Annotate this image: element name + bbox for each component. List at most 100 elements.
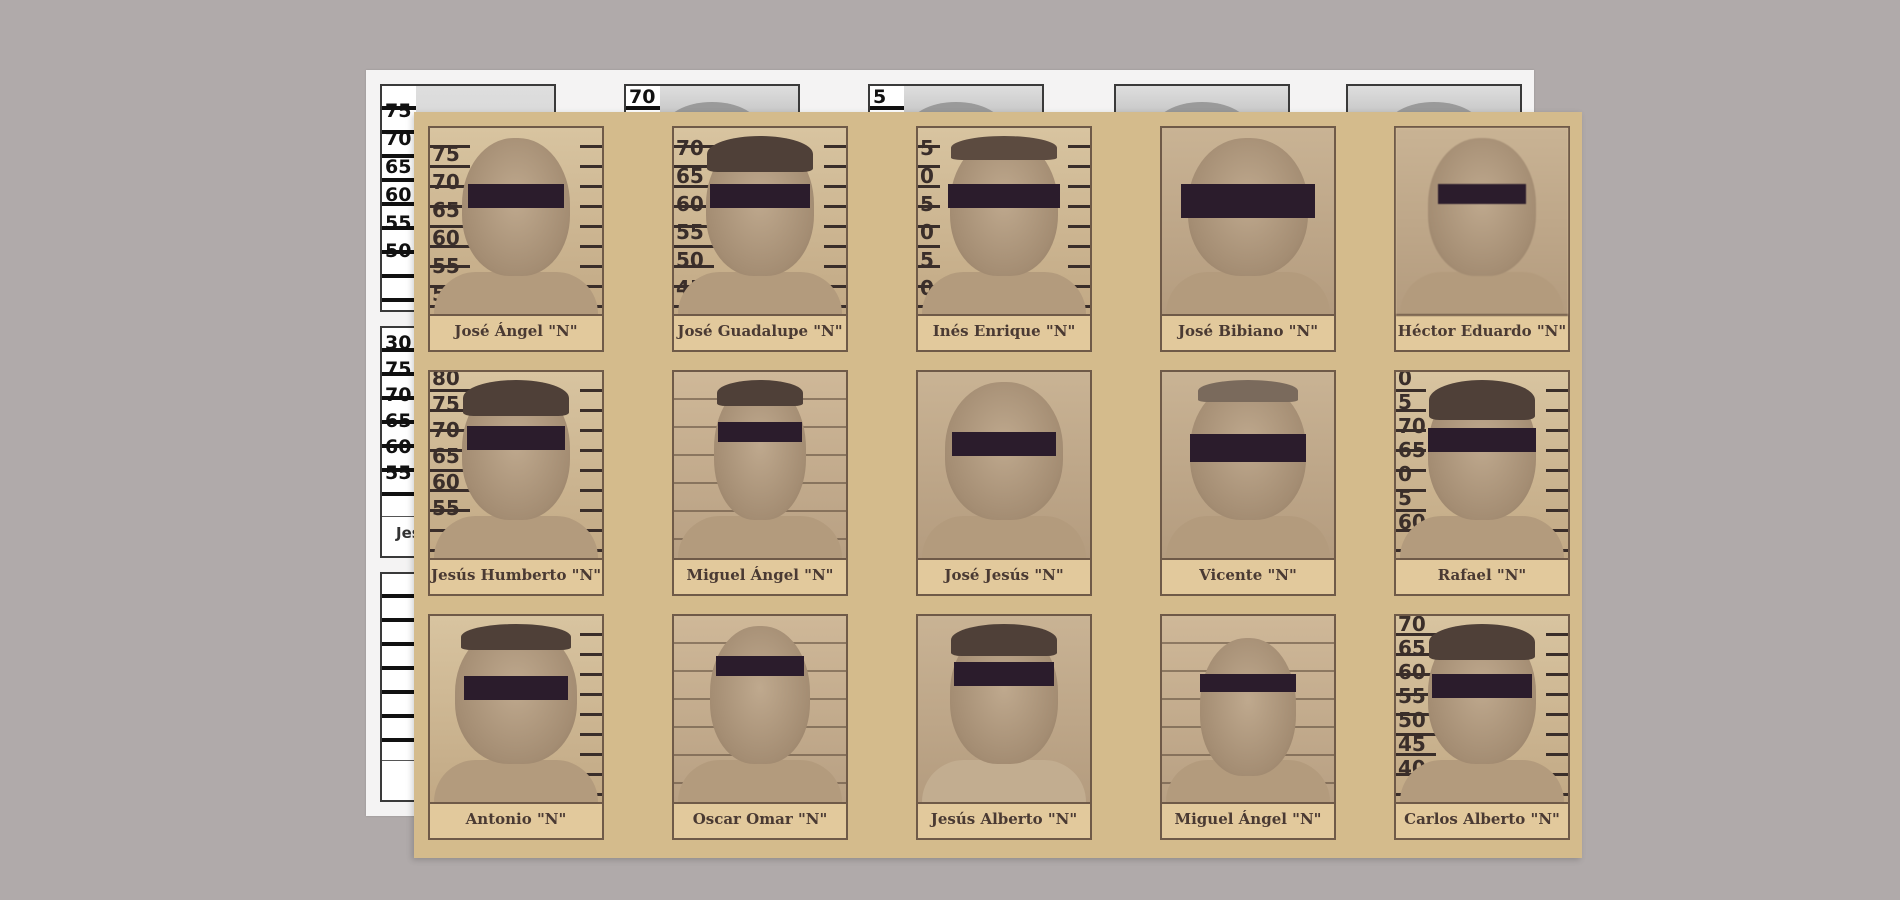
height-scale-number: 55 xyxy=(385,462,412,484)
height-scale-number: 80 xyxy=(432,372,460,390)
censor-bar xyxy=(464,676,568,700)
censor-bar xyxy=(1181,184,1315,218)
height-scale-number: 65 xyxy=(1398,438,1426,462)
mugshot-photo: 75 70 65 60 55 50 xyxy=(430,128,602,316)
height-scale-number: 70 xyxy=(1398,616,1426,636)
height-scale-number: 30 xyxy=(385,332,412,354)
mugshot-photo xyxy=(1396,128,1568,316)
mugshot-name-label: Oscar Omar "N" xyxy=(692,810,828,828)
subject-shoulders xyxy=(922,272,1086,314)
censor-bar xyxy=(952,432,1056,456)
height-scale-number: 70 xyxy=(676,136,704,160)
height-scale-number: 60 xyxy=(432,470,460,494)
height-scale-number: 5 xyxy=(920,248,934,272)
mugshot-name-label: José Ángel "N" xyxy=(454,322,578,340)
height-scale-number: 65 xyxy=(432,444,460,468)
height-scale-number: 0 xyxy=(1398,372,1412,390)
mugshot-photo xyxy=(674,372,846,560)
mugshot-name-label: Héctor Eduardo "N" xyxy=(1397,322,1567,340)
mugshot-photo: 0 5 70 65 0 5 60 xyxy=(1396,372,1568,560)
mugshot-name-label: José Jesús "N" xyxy=(944,566,1064,584)
height-scale-number: 60 xyxy=(432,226,460,250)
mugshot-photo: 70 65 60 55 50 45 40 xyxy=(1396,616,1568,804)
censor-bar xyxy=(1438,184,1526,204)
subject-head xyxy=(1200,638,1296,776)
height-scale-number: 50 xyxy=(676,248,704,272)
height-scale-number: 65 xyxy=(385,156,412,178)
height-scale-number: 65 xyxy=(432,198,460,222)
mugshot-card: Miguel Ángel "N" xyxy=(1160,614,1336,840)
mugshot-card: Héctor Eduardo "N" xyxy=(1394,126,1570,352)
mugshot-card: 70 65 60 55 50 45 40 Carlos Alberto "N" xyxy=(1394,614,1570,840)
subject-shoulders xyxy=(1400,760,1564,802)
height-scale-number: 0 xyxy=(920,220,934,244)
height-scale-number: 65 xyxy=(1398,636,1426,660)
mugshot-photo xyxy=(674,616,846,804)
censor-bar xyxy=(467,426,565,450)
censor-bar xyxy=(1200,674,1296,692)
censor-bar xyxy=(1432,674,1532,698)
censor-bar xyxy=(716,656,804,676)
subject-head xyxy=(1428,138,1536,276)
height-scale-number: 5 xyxy=(873,86,887,108)
subject-hair xyxy=(951,136,1057,160)
censor-bar xyxy=(954,662,1054,686)
censor-bar xyxy=(1190,434,1306,462)
mugshot-name-label: Carlos Alberto "N" xyxy=(1404,810,1560,828)
height-scale-number: 45 xyxy=(1398,732,1426,756)
height-scale-number: 60 xyxy=(1398,660,1426,684)
subject-shoulders xyxy=(434,272,598,314)
subject-shoulders xyxy=(678,272,842,314)
censor-bar xyxy=(1428,428,1536,452)
mugshot-name-label: Antonio "N" xyxy=(465,810,567,828)
height-scale-number: 70 xyxy=(385,384,412,406)
subject-shoulders xyxy=(434,516,598,558)
subject-shoulders xyxy=(1400,516,1564,558)
censor-bar xyxy=(710,184,810,208)
mugshot-card: 80 75 70 65 60 55 Jesús Humberto "N" xyxy=(428,370,604,596)
mugshot-name-label: Miguel Ángel "N" xyxy=(1174,810,1322,828)
mugshot-card: José Bibiano "N" xyxy=(1160,126,1336,352)
height-scale-number: 70 xyxy=(1398,414,1426,438)
subject-hair xyxy=(461,624,571,650)
subject-hair xyxy=(463,380,569,416)
height-scale-number: 60 xyxy=(385,184,412,206)
height-scale-number: 70 xyxy=(432,418,460,442)
subject-shoulders xyxy=(922,516,1086,558)
mugshot-photo: 80 75 70 65 60 55 xyxy=(430,372,602,560)
height-scale-number: 70 xyxy=(385,128,412,150)
subject-hair xyxy=(1429,380,1535,420)
subject-hair xyxy=(951,624,1057,656)
censor-bar xyxy=(948,184,1060,208)
mugshot-card: 0 5 70 65 0 5 60 Rafael "N" xyxy=(1394,370,1570,596)
height-scale-number: 5 xyxy=(1398,390,1412,414)
height-scale-number: 50 xyxy=(1398,708,1426,732)
height-scale-number: 50 xyxy=(385,240,412,262)
height-scale-number: 75 xyxy=(432,392,460,416)
mugshot-photo xyxy=(430,616,602,804)
height-scale-number: 55 xyxy=(676,220,704,244)
subject-shoulders xyxy=(434,760,598,802)
height-scale-number: 75 xyxy=(385,358,412,380)
height-scale-number: 55 xyxy=(1398,684,1426,708)
subject-shoulders xyxy=(678,516,842,558)
mugshot-photo xyxy=(1162,616,1334,804)
subject-shoulders xyxy=(1166,272,1330,314)
height-scale-number: 5 xyxy=(920,192,934,216)
mugshot-card: 5 0 5 0 5 0 Inés Enrique "N" xyxy=(916,126,1092,352)
mugshot-card: Oscar Omar "N" xyxy=(672,614,848,840)
mugshot-card: Miguel Ángel "N" xyxy=(672,370,848,596)
subject-hair xyxy=(717,380,803,406)
mugshot-photo: 70 65 60 55 50 45 xyxy=(674,128,846,316)
subject-hair xyxy=(707,136,813,172)
censor-bar xyxy=(468,184,564,208)
mugshot-name-label: Jesús Humberto "N" xyxy=(430,566,602,584)
height-scale-number: 5 xyxy=(920,136,934,160)
height-scale-number: 65 xyxy=(676,164,704,188)
mugshot-photo: 5 0 5 0 5 0 xyxy=(918,128,1090,316)
height-scale-number: 65 xyxy=(385,410,412,432)
subject-shoulders xyxy=(1166,516,1330,558)
height-scale-number: 5 xyxy=(1398,486,1412,510)
mugshot-name-label: Miguel Ángel "N" xyxy=(686,566,834,584)
mugshot-card: 75 70 65 60 55 50 José Ángel "N" xyxy=(428,126,604,352)
